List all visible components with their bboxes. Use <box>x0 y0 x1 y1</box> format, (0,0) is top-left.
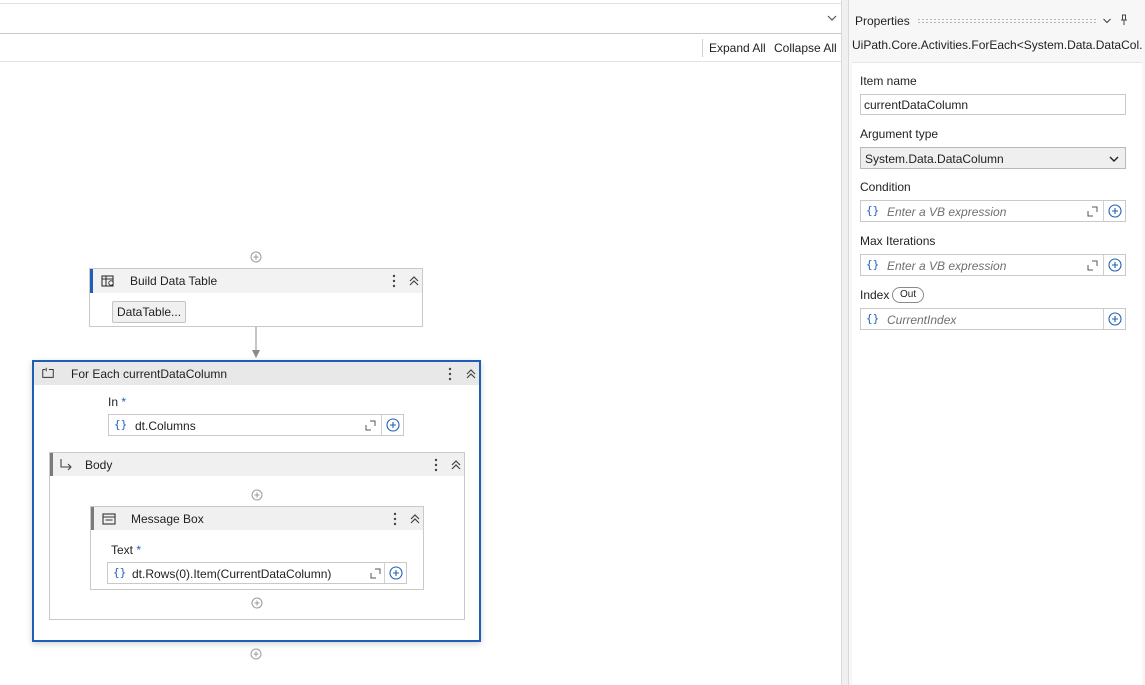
body-header[interactable]: Body <box>50 453 464 476</box>
in-label-text: In <box>108 395 119 409</box>
designer-canvas[interactable]: Build Data Table DataTable... For Each c… <box>0 62 842 685</box>
more-options-icon[interactable] <box>391 273 397 289</box>
properties-titlebar: Properties <box>849 10 1145 32</box>
text-expression-field[interactable]: {} dt.Rows(0).Item(CurrentDataColumn) <box>107 562 407 584</box>
more-options-icon[interactable] <box>433 457 439 473</box>
collapse-icon[interactable] <box>408 275 420 287</box>
index-label: Index <box>860 288 890 302</box>
collapse-icon[interactable] <box>409 513 421 525</box>
expression-braces-icon: {} <box>114 418 128 431</box>
expand-editor-icon[interactable] <box>1087 206 1098 217</box>
max-iterations-expression-field[interactable]: {} Enter a VB expression <box>860 254 1126 276</box>
item-name-input[interactable] <box>860 94 1126 115</box>
text-label: Text * <box>111 543 141 557</box>
add-variable-button[interactable] <box>1103 201 1125 221</box>
foreach-activity[interactable]: For Each currentDataColumn In * {} dt.Co… <box>32 360 481 642</box>
plus-circle-icon <box>1108 312 1122 326</box>
properties-panel: Properties UiPath.Core.Activities.ForEac… <box>849 0 1145 685</box>
plus-circle-icon <box>1108 258 1122 272</box>
required-mark: * <box>121 395 127 409</box>
chevron-down-icon[interactable] <box>1102 16 1112 26</box>
add-activity-icon[interactable] <box>251 489 263 501</box>
add-activity-icon[interactable] <box>251 597 263 609</box>
max-iterations-placeholder[interactable]: Enter a VB expression <box>887 259 1006 273</box>
expand-editor-icon[interactable] <box>1087 260 1098 271</box>
add-variable-button[interactable] <box>1103 255 1125 275</box>
more-options-icon[interactable] <box>447 366 453 382</box>
grip-dots[interactable] <box>917 18 1097 24</box>
activity-header[interactable]: Build Data Table <box>90 269 422 293</box>
properties-title: Properties <box>855 14 910 28</box>
in-label: In * <box>108 395 126 409</box>
designer-toolbar: Expand All Collapse All <box>0 34 842 62</box>
activity-title: Message Box <box>131 512 204 526</box>
add-variable-button[interactable] <box>384 563 406 583</box>
build-data-table-activity[interactable]: Build Data Table DataTable... <box>89 268 423 327</box>
pin-icon[interactable] <box>1119 14 1129 26</box>
collapse-icon[interactable] <box>450 459 462 471</box>
in-expression-value[interactable]: dt.Columns <box>135 419 196 433</box>
connector-arrow <box>252 327 260 358</box>
property-grid: Item name Argument type System.Data.Data… <box>852 62 1142 685</box>
text-expression-value[interactable]: dt.Rows(0).Item(CurrentDataColumn) <box>132 567 331 581</box>
collapse-icon[interactable] <box>465 368 477 380</box>
plus-circle-icon <box>386 418 400 432</box>
max-iterations-label: Max Iterations <box>860 234 936 248</box>
condition-label: Condition <box>860 180 911 194</box>
panel-splitter[interactable] <box>841 0 849 685</box>
activity-type-name: UiPath.Core.Activities.ForEach<System.Da… <box>852 38 1142 52</box>
data-table-icon <box>101 275 114 287</box>
index-placeholder[interactable]: CurrentIndex <box>887 313 956 327</box>
body-title: Body <box>85 458 113 472</box>
activity-title: Build Data Table <box>130 274 218 288</box>
in-expression-field[interactable]: {} dt.Columns <box>108 414 404 436</box>
collapse-all-button[interactable]: Collapse All <box>774 39 837 57</box>
chevron-down-icon <box>1109 156 1119 162</box>
argument-type-select[interactable]: System.Data.DataColumn <box>860 147 1126 169</box>
condition-expression-field[interactable]: {} Enter a VB expression <box>860 200 1126 222</box>
index-expression-field[interactable]: {} CurrentIndex <box>860 308 1126 330</box>
tab-strip-border <box>0 3 842 4</box>
workflow-designer: Expand All Collapse All Build Data Table <box>0 0 842 685</box>
body-container[interactable]: Body Message Box Text * {} dt.Rows(0).It… <box>49 452 465 620</box>
expand-editor-icon[interactable] <box>370 568 381 579</box>
activity-header[interactable]: For Each currentDataColumn <box>34 362 479 385</box>
text-label-text: Text <box>111 543 134 557</box>
expand-all-button[interactable]: Expand All <box>709 39 766 57</box>
document-tab-strip <box>0 0 842 34</box>
required-mark: * <box>136 543 142 557</box>
body-arrow-icon <box>60 459 72 471</box>
message-box-icon <box>102 513 116 525</box>
expression-braces-icon: {} <box>866 312 880 325</box>
plus-circle-icon <box>389 566 403 580</box>
condition-placeholder[interactable]: Enter a VB expression <box>887 205 1006 219</box>
activity-header[interactable]: Message Box <box>91 507 423 530</box>
expand-editor-icon[interactable] <box>365 420 376 431</box>
expression-braces-icon: {} <box>113 566 127 579</box>
activity-title: For Each currentDataColumn <box>71 367 228 381</box>
foreach-icon <box>42 367 54 378</box>
item-name-label: Item name <box>860 74 917 88</box>
expression-braces-icon: {} <box>866 204 880 217</box>
argument-type-value: System.Data.DataColumn <box>865 152 1004 166</box>
add-variable-button[interactable] <box>381 415 403 435</box>
chevron-down-icon[interactable] <box>826 12 838 24</box>
message-box-activity[interactable]: Message Box Text * {} dt.Rows(0).Item(Cu… <box>90 506 424 590</box>
plus-circle-icon <box>1108 204 1122 218</box>
more-options-icon[interactable] <box>392 511 398 527</box>
expression-braces-icon: {} <box>866 258 880 271</box>
argument-type-label: Argument type <box>860 127 939 141</box>
index-label-row: Index Out <box>860 287 980 305</box>
datatable-button[interactable]: DataTable... <box>112 301 187 323</box>
out-direction-badge: Out <box>892 287 925 303</box>
add-activity-icon[interactable] <box>250 251 262 263</box>
add-activity-icon[interactable] <box>250 648 262 660</box>
add-variable-button[interactable] <box>1103 309 1125 329</box>
toolbar-separator <box>702 39 703 57</box>
